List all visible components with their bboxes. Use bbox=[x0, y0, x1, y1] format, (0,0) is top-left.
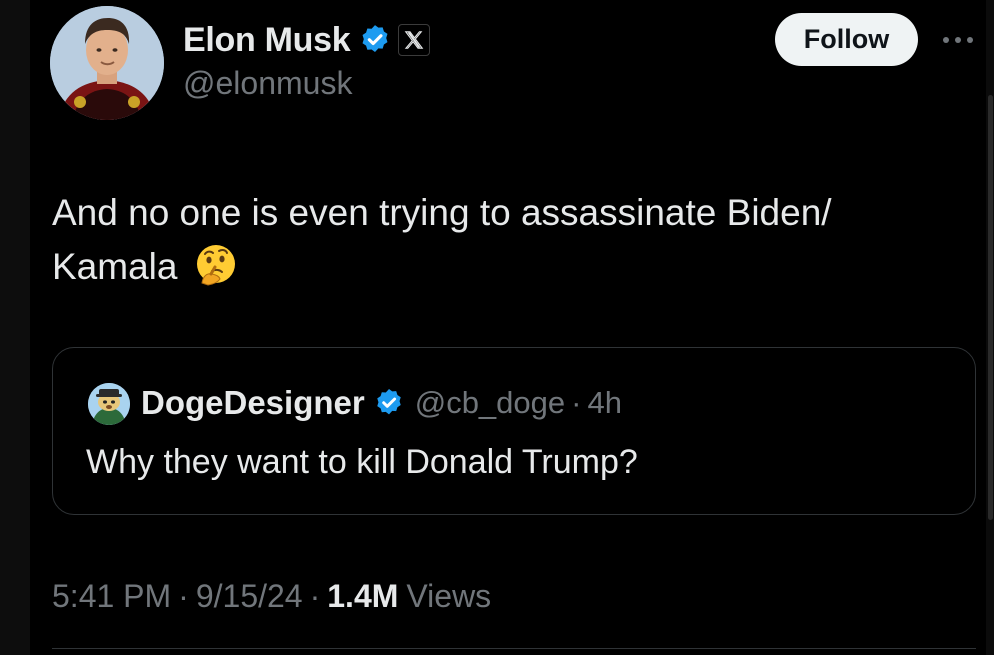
quoted-author-avatar[interactable] bbox=[88, 383, 130, 425]
quoted-verified-badge-icon bbox=[373, 387, 405, 419]
divider bbox=[52, 648, 976, 649]
author-name-row: Elon Musk bbox=[183, 18, 431, 62]
tweet-text-line1: And no one is even trying to assassinate… bbox=[52, 192, 832, 233]
scrollbar-track[interactable] bbox=[986, 0, 994, 655]
quoted-tweet-text: Why they want to kill Donald Trump? bbox=[86, 443, 638, 481]
meta-separator: · bbox=[309, 577, 321, 614]
tweet-text-line2: Kamala bbox=[52, 246, 178, 287]
tweet-date[interactable]: 9/15/24 bbox=[196, 578, 303, 615]
x-logo-icon[interactable] bbox=[398, 24, 431, 56]
quoted-timestamp[interactable]: 4h bbox=[587, 385, 621, 421]
tweet-time[interactable]: 5:41 PM bbox=[52, 578, 171, 615]
author-display-name[interactable]: Elon Musk bbox=[183, 21, 351, 60]
author-avatar[interactable] bbox=[50, 6, 164, 120]
thinking-face-icon bbox=[194, 243, 238, 287]
quoted-separator: · bbox=[571, 385, 582, 420]
tweet-screen: Elon Musk @elonmusk Follow And no one is… bbox=[0, 0, 994, 655]
follow-button[interactable]: Follow bbox=[775, 13, 918, 66]
more-dots-icon[interactable] bbox=[938, 20, 978, 60]
views-count[interactable]: 1.4M bbox=[327, 578, 398, 615]
scrollbar-thumb[interactable] bbox=[988, 95, 993, 520]
quoted-handle[interactable]: @cb_doge bbox=[415, 385, 565, 421]
verified-badge-icon[interactable] bbox=[358, 23, 392, 57]
tweet-meta: 5:41 PM · 9/15/24 · 1.4M Views bbox=[52, 574, 491, 618]
quoted-display-name[interactable]: DogeDesigner bbox=[141, 384, 365, 422]
views-label[interactable]: Views bbox=[406, 578, 491, 615]
quoted-tweet-header: DogeDesigner @cb_doge · 4h bbox=[141, 381, 622, 425]
tweet-text: And no one is even trying to assassinate… bbox=[52, 186, 952, 294]
author-handle[interactable]: @elonmusk bbox=[183, 65, 352, 102]
left-edge bbox=[0, 0, 30, 655]
quoted-tweet-card[interactable]: DogeDesigner @cb_doge · 4h Why they want… bbox=[52, 347, 976, 515]
meta-separator: · bbox=[178, 577, 189, 614]
